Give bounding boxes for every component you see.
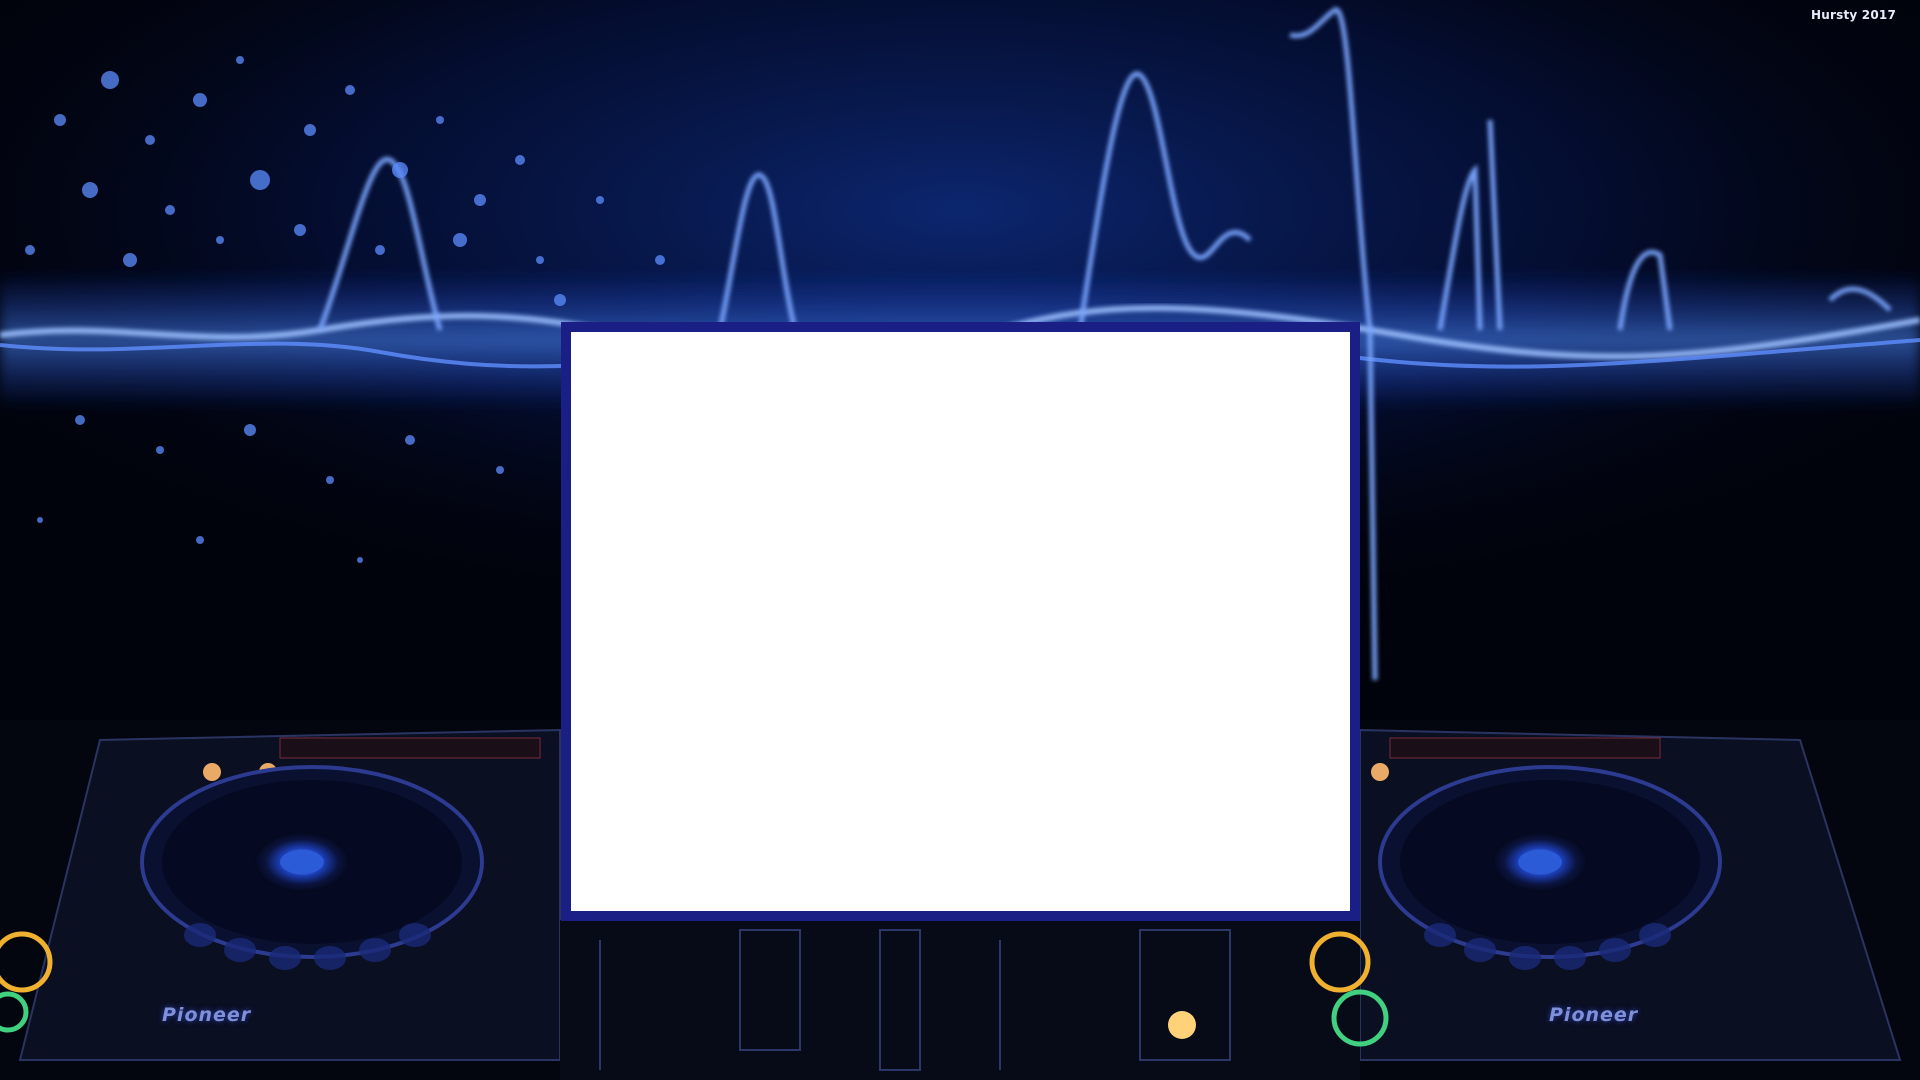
blank-content-panel: [561, 322, 1360, 921]
author-watermark: Hursty 2017: [1811, 8, 1896, 22]
right-deck-brand-label: Pioneer: [1549, 1004, 1639, 1026]
left-deck-brand-label: Pioneer: [162, 1004, 252, 1026]
wallpaper-stage: Hursty 2017 Pioneer Pioneer: [0, 0, 1920, 1080]
